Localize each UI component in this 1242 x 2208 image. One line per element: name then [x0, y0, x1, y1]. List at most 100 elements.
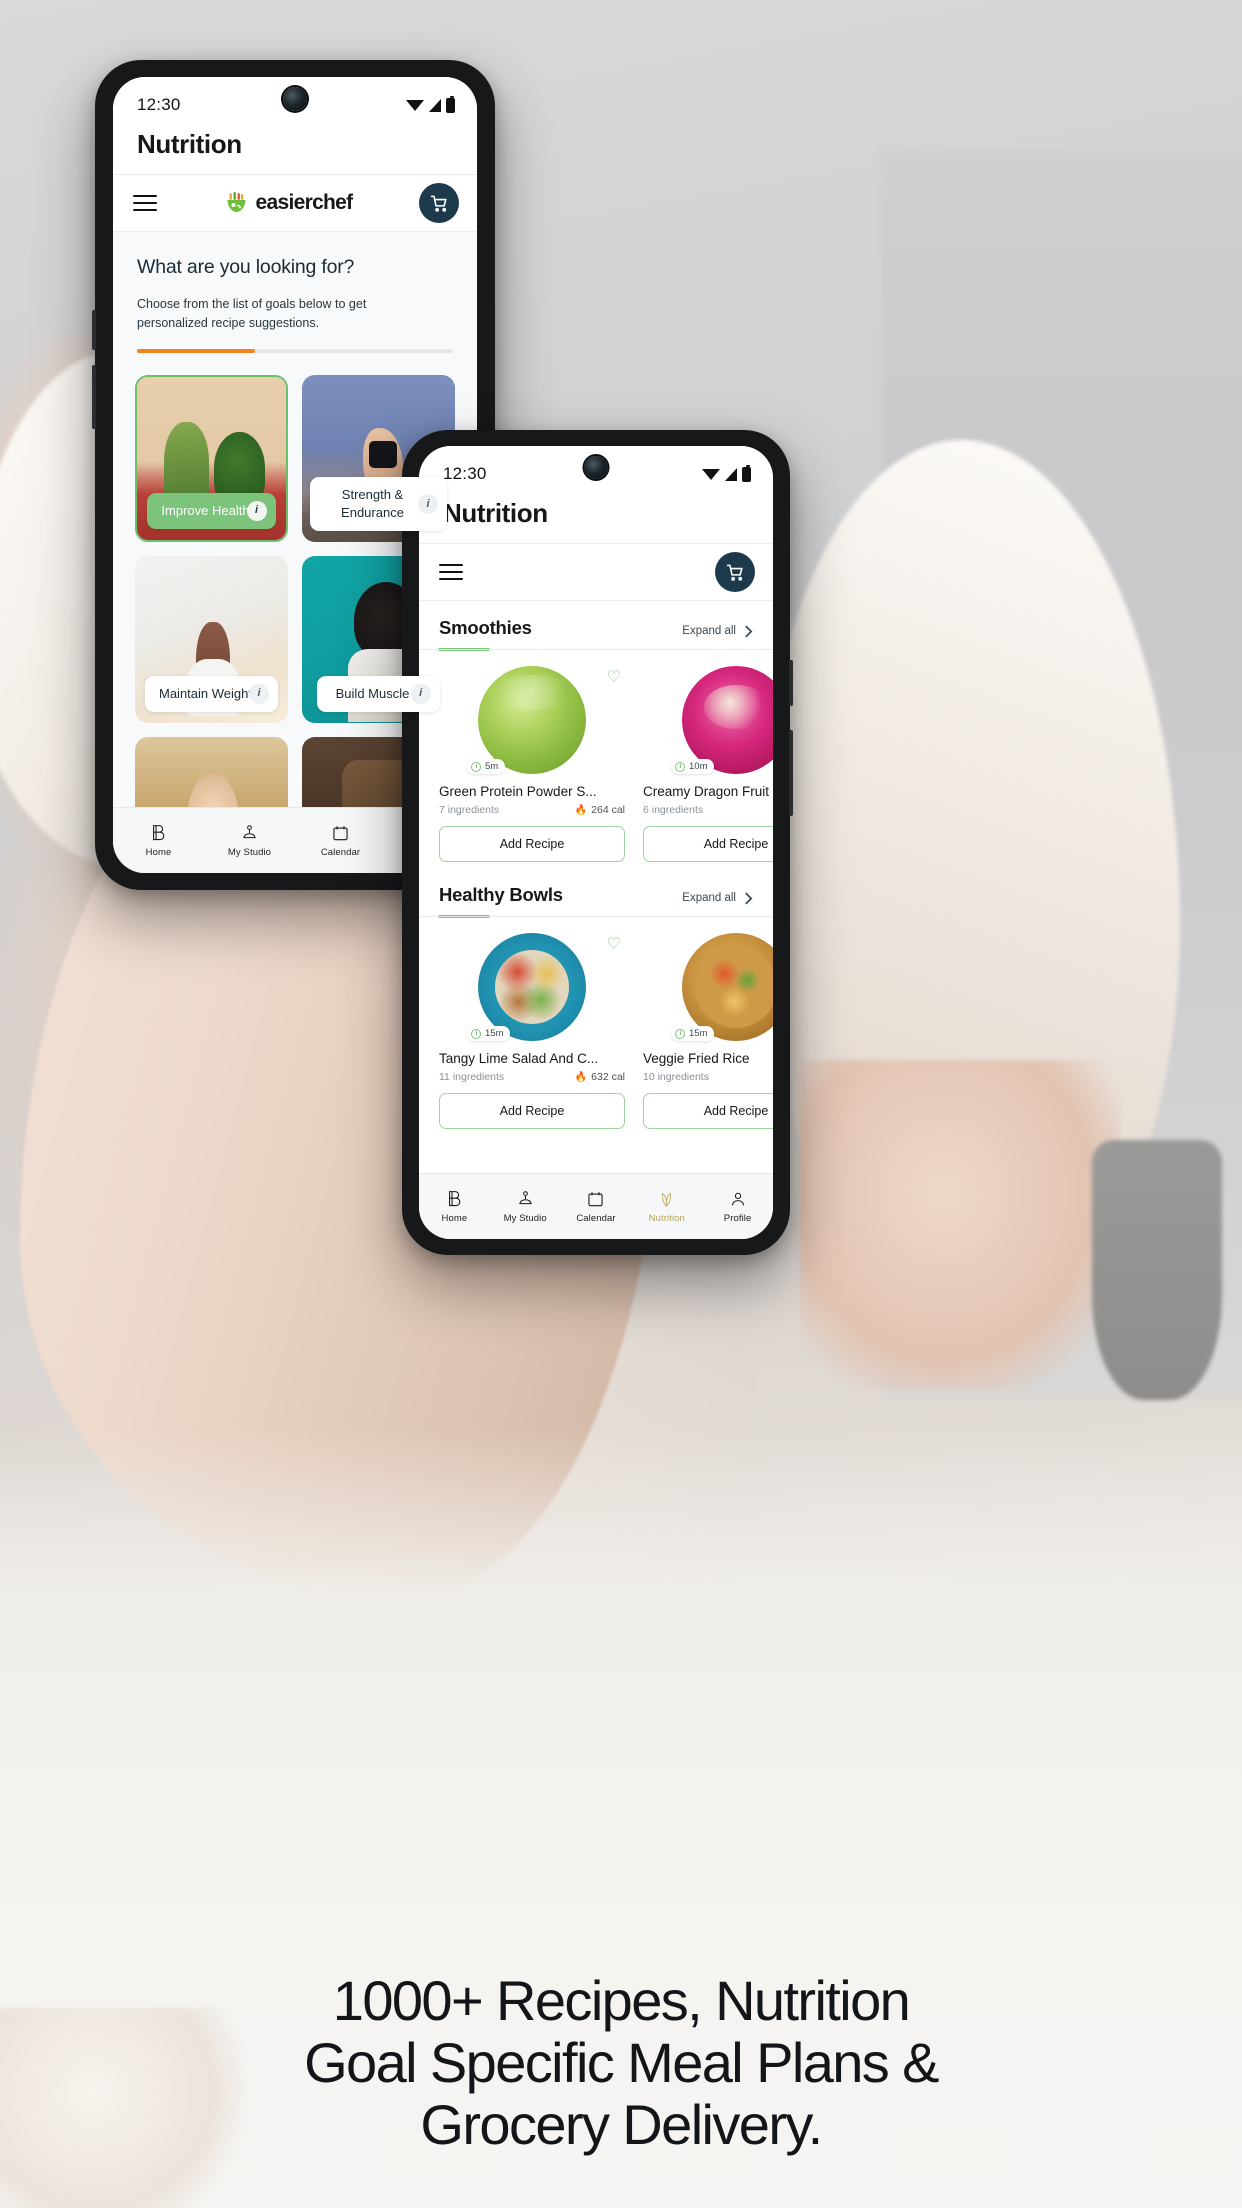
nav-item-calendar[interactable]: Calendar [561, 1189, 632, 1224]
app-bar [419, 543, 773, 601]
meditation-person-icon [517, 1189, 534, 1209]
recipe-list-screen: Smoothies Expand all ♡ 5m Green Protein … [419, 601, 773, 1239]
headline-line-3: Grocery Delivery. [420, 2092, 823, 2156]
brand-logo: easierchef [224, 191, 353, 215]
prep-time-badge: 10m [671, 759, 715, 774]
brand-name: easierchef [255, 191, 354, 214]
flame-icon: 🔥 [574, 804, 588, 816]
expand-all-button[interactable]: Expand all [682, 891, 753, 905]
goal-label-pill: Strength & Endurance i [310, 477, 447, 531]
recipe-image-wrap: 15m [643, 931, 773, 1043]
info-icon[interactable]: i [246, 500, 267, 521]
goal-label-pill: Build Muscle i [317, 675, 440, 712]
recipe-name: Tangy Lime Salad And C... [439, 1051, 599, 1066]
home-b-logo-icon [446, 1189, 463, 1209]
goal-label: Maintain Weight [159, 685, 252, 701]
add-recipe-button[interactable]: Add Recipe [439, 826, 625, 862]
heart-outline-icon[interactable]: ♡ [607, 670, 621, 686]
battery-icon [742, 464, 751, 482]
hamburger-menu-icon[interactable] [133, 195, 157, 211]
expand-all-button[interactable]: Expand all [682, 624, 753, 638]
info-icon[interactable]: i [248, 683, 269, 704]
add-recipe-label: Add Recipe [499, 837, 565, 851]
app-bar: easierchef [113, 174, 477, 232]
recipe-name: Green Protein Powder S... [439, 784, 597, 799]
clock-icon [471, 761, 481, 772]
goal-card-maintain-weight[interactable]: Maintain Weight i [135, 555, 288, 723]
ingredient-count: 10 ingredients [643, 1071, 709, 1083]
status-icons [702, 464, 751, 482]
nav-label: Calendar [576, 1213, 616, 1224]
signal-icon [429, 98, 441, 112]
add-recipe-label: Add Recipe [499, 1104, 565, 1118]
nav-item-my-studio[interactable]: My Studio [204, 823, 295, 858]
add-recipe-label: Add Recipe [703, 837, 769, 851]
add-recipe-button[interactable]: Add Recipe [643, 1093, 773, 1129]
volume-down-button[interactable] [92, 365, 96, 429]
meditation-person-icon [241, 823, 258, 843]
calendar-icon [332, 823, 349, 843]
status-time: 12:30 [443, 464, 487, 483]
recipe-card[interactable]: ♡ 15m Tangy Lime Salad And C... 11 ingre… [439, 931, 625, 1129]
goal-label: Strength & Endurance [341, 487, 404, 520]
shopping-cart-icon[interactable] [715, 552, 755, 592]
recipe-row: ♡ 5m Green Protein Powder S... 7 ingredi… [419, 650, 773, 862]
nav-label: Nutrition [648, 1213, 685, 1224]
status-time: 12:30 [137, 95, 181, 114]
prep-time: 10m [689, 761, 708, 772]
add-recipe-button[interactable]: Add Recipe [643, 826, 773, 862]
recipe-meta: 11 ingredients 🔥 632 cal [439, 1071, 625, 1083]
heart-outline-icon[interactable]: ♡ [607, 937, 621, 953]
info-icon[interactable]: i [410, 683, 431, 704]
phone-mockup-front: 12:30 Nutrition Smoothies Expand all ♡ 5… [402, 430, 793, 1255]
calorie-info: 🔥 632 cal [575, 1071, 625, 1083]
recipe-image [682, 666, 773, 774]
ingredient-count: 6 ingredients [643, 804, 704, 816]
leaf-icon [658, 1189, 675, 1209]
status-icons [406, 95, 455, 113]
background-shadow-right [1092, 1140, 1222, 1400]
nav-label: Calendar [320, 847, 361, 858]
nav-item-my-studio[interactable]: My Studio [490, 1189, 561, 1224]
nav-item-home[interactable]: Home [419, 1189, 490, 1224]
calendar-icon [587, 1189, 604, 1209]
recipe-image [682, 933, 773, 1041]
recipe-card[interactable]: 10m Creamy Dragon Fruit 6 ingredients Ad… [643, 664, 773, 862]
section-header-healthy-bowls: Healthy Bowls Expand all [419, 862, 773, 906]
add-recipe-button[interactable]: Add Recipe [439, 1093, 625, 1129]
person-icon [730, 1189, 746, 1209]
recipe-card[interactable]: 15m Veggie Fried Rice 10 ingredients Add… [643, 931, 773, 1129]
goal-card-improve-health[interactable]: Improve Health i [135, 374, 288, 542]
goal-label: Improve Health [161, 502, 250, 518]
volume-up-button[interactable] [92, 310, 96, 350]
nav-item-profile[interactable]: Profile [702, 1189, 773, 1224]
calorie-value: 632 cal [591, 1071, 625, 1083]
background-hand [800, 1060, 1120, 1390]
easierchef-logo-icon [227, 192, 246, 212]
nav-label: Home [441, 1213, 468, 1224]
recipe-card[interactable]: ♡ 5m Green Protein Powder S... 7 ingredi… [439, 664, 625, 862]
nav-item-home[interactable]: Home [113, 823, 204, 858]
ingredient-count: 7 ingredients [439, 804, 500, 816]
calorie-value: 264 cal [591, 804, 625, 816]
power-button[interactable] [789, 660, 793, 706]
nav-label: My Studio [503, 1213, 547, 1224]
hamburger-menu-icon[interactable] [439, 564, 463, 580]
bottom-navigation: Home My Studio Cal [419, 1173, 773, 1239]
front-camera-icon [584, 456, 608, 479]
nav-item-calendar[interactable]: Calendar [295, 823, 386, 858]
shopping-cart-icon[interactable] [419, 183, 459, 223]
goal-heading: What are you looking for? [137, 256, 355, 278]
headline-line-2: Goal Specific Meal Plans & [304, 2030, 939, 2094]
recipe-image [478, 933, 586, 1041]
prep-time-badge: 15m [467, 1026, 511, 1041]
nav-item-nutrition[interactable]: Nutrition [631, 1189, 702, 1224]
wifi-icon [406, 99, 424, 111]
goal-label: Build Muscle [335, 685, 410, 701]
volume-button[interactable] [789, 730, 793, 816]
recipe-image-wrap: ♡ 15m [439, 931, 625, 1043]
info-icon[interactable]: i [418, 493, 438, 514]
expand-all-label: Expand all [682, 892, 736, 904]
goal-subheading: Choose from the list of goals below to g… [137, 297, 367, 330]
section-title: Smoothies [439, 617, 532, 638]
